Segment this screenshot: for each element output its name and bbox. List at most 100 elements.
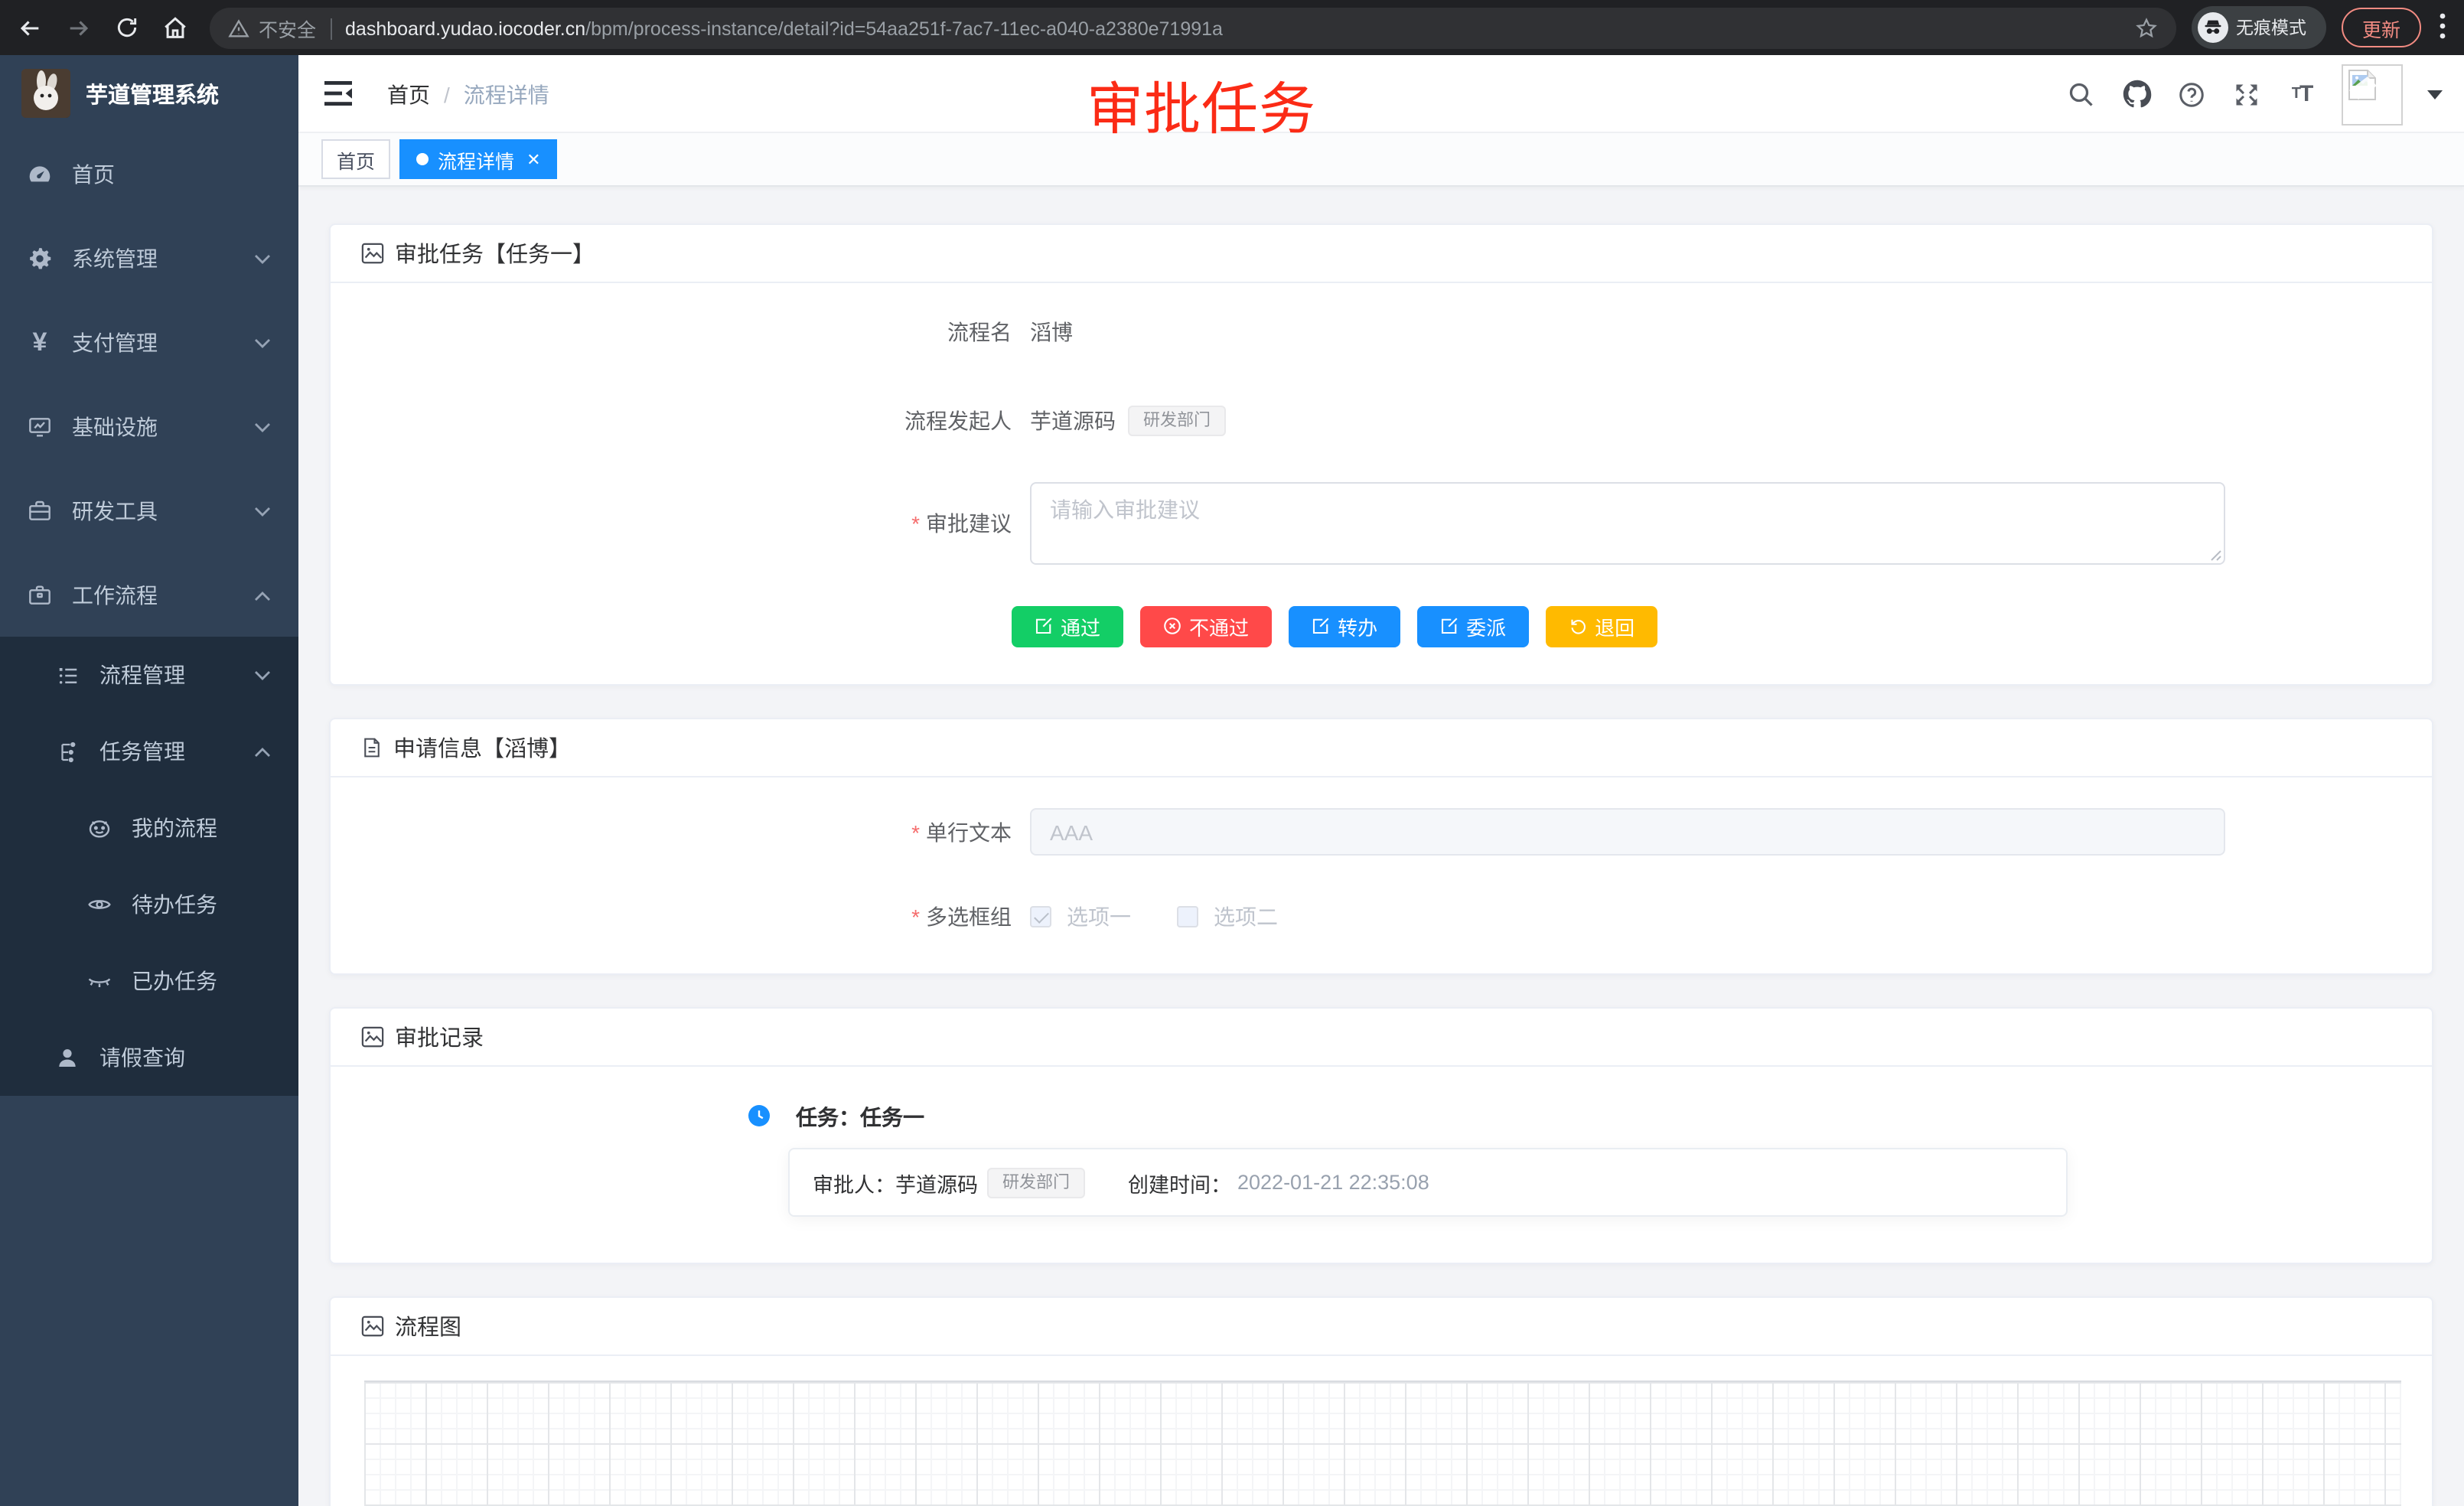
incognito-label: 无痕模式 bbox=[2236, 15, 2306, 40]
url-host: dashboard.yudao.iocoder.cn bbox=[345, 18, 585, 39]
warning-icon bbox=[228, 18, 249, 39]
sidebar-item-leave-query[interactable]: 请假查询 bbox=[0, 1019, 298, 1096]
tab-label: 首页 bbox=[337, 145, 375, 174]
browser-update-button[interactable]: 更新 bbox=[2342, 8, 2421, 47]
sidebar-item-devtools[interactable]: 研发工具 bbox=[0, 468, 298, 553]
chevron-down-icon bbox=[254, 422, 271, 432]
avatar[interactable] bbox=[2342, 64, 2403, 125]
search-icon[interactable] bbox=[2066, 79, 2097, 109]
bookmark-star-icon[interactable] bbox=[2135, 17, 2158, 40]
sidebar-item-home[interactable]: 首页 bbox=[0, 132, 298, 216]
process-name-row: 流程名 滔博 bbox=[361, 305, 2401, 360]
checkbox-option-1: 选项一 bbox=[1030, 901, 1131, 931]
approve-task-card-header: 审批任务【任务一】 bbox=[331, 225, 2432, 283]
breadcrumb-current: 流程详情 bbox=[464, 79, 549, 109]
transfer-button[interactable]: 转办 bbox=[1289, 605, 1400, 647]
undo-icon bbox=[1569, 617, 1587, 635]
dashboard-icon bbox=[28, 161, 52, 186]
sidebar-item-infra[interactable]: 基础设施 bbox=[0, 384, 298, 468]
tab-home[interactable]: 首页 bbox=[321, 139, 390, 179]
circle-close-icon bbox=[1163, 617, 1181, 635]
sidebar-item-label: 待办任务 bbox=[132, 889, 217, 920]
annotation-text: 审批任务 bbox=[1087, 63, 1316, 145]
chevron-down-icon bbox=[254, 506, 271, 517]
sidebar-collapse-icon[interactable] bbox=[324, 81, 352, 106]
comment-textarea[interactable] bbox=[1030, 482, 2225, 565]
apply-info-form: 单行文本 AAA 多选框组 选项一 选项二 bbox=[331, 777, 2432, 973]
sidebar-item-payment[interactable]: ¥ 支付管理 bbox=[0, 300, 298, 384]
chevron-down-icon bbox=[254, 253, 271, 264]
comment-row: 审批建议 bbox=[361, 482, 2401, 565]
sidebar-item-label: 首页 bbox=[72, 158, 115, 189]
sidebar-item-label: 基础设施 bbox=[72, 411, 158, 442]
eye-closed-icon bbox=[87, 969, 112, 993]
initiator-label: 流程发起人 bbox=[361, 406, 1012, 436]
sidebar: 芋道管理系统 首页 系统管理 ¥ 支付管理 基础设施 bbox=[0, 55, 298, 1506]
tags-bar: 首页 流程详情 ✕ bbox=[298, 133, 2464, 187]
gear-icon bbox=[28, 246, 52, 270]
task-title: 任务：任务一 bbox=[796, 1102, 924, 1133]
checkbox-option-2: 选项二 bbox=[1177, 901, 1278, 931]
return-button[interactable]: 退回 bbox=[1546, 605, 1657, 647]
checkbox-checked-icon bbox=[1030, 905, 1051, 927]
sidebar-item-done-tasks[interactable]: 已办任务 bbox=[0, 943, 298, 1019]
browser-back-icon[interactable] bbox=[12, 11, 46, 44]
dept-tag: 研发部门 bbox=[1128, 406, 1226, 436]
tab-label: 流程详情 bbox=[438, 145, 514, 174]
approver-name: 芋道源码 bbox=[895, 1167, 978, 1198]
checkbox-unchecked-icon bbox=[1177, 905, 1198, 927]
fullscreen-icon[interactable] bbox=[2231, 79, 2262, 109]
main-content: 审批任务【任务一】 流程名 滔博 流程发起人 芋道源码 研发部门 审批建议 bbox=[298, 187, 2464, 1506]
font-size-icon[interactable]: TT bbox=[2286, 79, 2317, 109]
checkbox-group: 选项一 选项二 bbox=[1030, 901, 1278, 931]
checkbox-label: 选项一 bbox=[1067, 901, 1131, 931]
button-label: 委派 bbox=[1466, 611, 1506, 641]
github-icon[interactable] bbox=[2121, 79, 2152, 109]
breadcrumb-home[interactable]: 首页 bbox=[387, 79, 430, 109]
url-bar[interactable]: 不安全 dashboard.yudao.iocoder.cn/bpm/proce… bbox=[210, 8, 2176, 49]
header-actions: TT bbox=[2066, 55, 2443, 133]
approve-button[interactable]: 通过 bbox=[1012, 605, 1123, 647]
process-diagram-card: 流程图 bbox=[329, 1296, 2433, 1506]
sidebar-item-todo-tasks[interactable]: 待办任务 bbox=[0, 866, 298, 943]
sidebar-menu: 首页 系统管理 ¥ 支付管理 基础设施 研发工具 bbox=[0, 132, 298, 1096]
edit-icon bbox=[1440, 617, 1459, 635]
browser-chrome: 不安全 dashboard.yudao.iocoder.cn/bpm/proce… bbox=[0, 0, 2464, 55]
button-label: 转办 bbox=[1338, 611, 1377, 641]
dept-tag: 研发部门 bbox=[987, 1167, 1085, 1198]
comment-label: 审批建议 bbox=[361, 508, 1012, 539]
browser-home-icon[interactable] bbox=[158, 11, 191, 44]
picture-icon bbox=[361, 1315, 384, 1338]
browser-forward-icon[interactable] bbox=[61, 11, 95, 44]
sidebar-item-label: 已办任务 bbox=[132, 966, 217, 996]
app-logo-row[interactable]: 芋道管理系统 bbox=[0, 55, 298, 132]
sidebar-item-label: 研发工具 bbox=[72, 495, 158, 526]
resize-grip-icon[interactable] bbox=[2210, 549, 2222, 562]
delegate-button[interactable]: 委派 bbox=[1417, 605, 1529, 647]
chevron-up-icon bbox=[254, 590, 271, 601]
security-label: 不安全 bbox=[259, 14, 316, 43]
help-icon[interactable] bbox=[2176, 79, 2207, 109]
approve-task-form: 流程名 滔博 流程发起人 芋道源码 研发部门 审批建议 bbox=[331, 283, 2432, 684]
sidebar-item-process-mgmt[interactable]: 流程管理 bbox=[0, 637, 298, 713]
close-icon[interactable]: ✕ bbox=[526, 149, 540, 169]
sidebar-item-label: 工作流程 bbox=[72, 579, 158, 610]
list-icon bbox=[55, 663, 80, 687]
browser-reload-icon[interactable] bbox=[110, 11, 144, 44]
eye-open-icon bbox=[87, 892, 112, 917]
chevron-up-icon bbox=[254, 747, 271, 758]
sidebar-item-my-process[interactable]: 我的流程 bbox=[0, 790, 298, 866]
browser-menu-icon[interactable] bbox=[2440, 12, 2446, 40]
breadcrumb: 首页 / 流程详情 bbox=[387, 55, 549, 133]
avatar-caret-icon[interactable] bbox=[2427, 90, 2443, 99]
sidebar-item-task-mgmt[interactable]: 任务管理 bbox=[0, 713, 298, 790]
bpmn-canvas[interactable] bbox=[364, 1380, 2401, 1506]
checkbox-group-row: 多选框组 选项一 选项二 bbox=[361, 892, 2401, 940]
robot-face-icon bbox=[87, 816, 112, 840]
file-icon bbox=[361, 736, 383, 759]
tab-process-detail[interactable]: 流程详情 ✕ bbox=[399, 139, 557, 179]
briefcase-icon bbox=[28, 582, 52, 607]
reject-button[interactable]: 不通过 bbox=[1140, 605, 1272, 647]
sidebar-item-workflow[interactable]: 工作流程 bbox=[0, 553, 298, 637]
sidebar-item-system[interactable]: 系统管理 bbox=[0, 216, 298, 300]
